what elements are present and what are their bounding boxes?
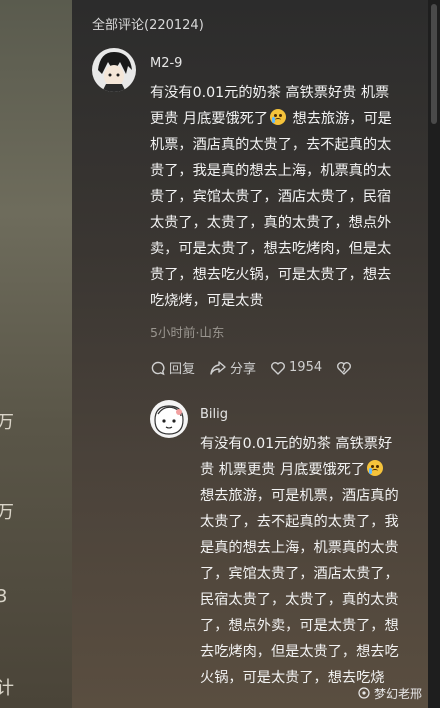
- comment-text-part: 想去旅游，可是机票，酒店真的 太贵了，去不起真的太贵了，我 是真的想去上海，机票…: [200, 488, 399, 686]
- comments-header: 全部评论(220124): [92, 18, 204, 33]
- dislike-button[interactable]: [336, 360, 355, 376]
- like-button[interactable]: 1954: [270, 360, 322, 376]
- comment-username[interactable]: Bilig: [200, 407, 228, 422]
- comment-meta: 5小时前·山东: [150, 325, 225, 340]
- avatar-image: [150, 400, 188, 438]
- sidebar-glyph: 计: [0, 678, 14, 699]
- share-label: 分享: [230, 362, 257, 377]
- scrollbar-thumb[interactable]: [431, 4, 437, 124]
- crying-emoji-icon: [270, 109, 287, 125]
- sidebar-glyph: 万: [0, 502, 14, 523]
- avatar[interactable]: [92, 48, 136, 92]
- like-count: 1954: [289, 360, 323, 375]
- comment-username[interactable]: M2-9: [150, 56, 182, 71]
- sidebar-glyph: 3: [0, 586, 8, 607]
- watermark-logo-icon: [358, 687, 370, 699]
- comment-text-part: 有没有0.01元的奶茶 高铁票好 贵 机票更贵 月底要饿死了: [200, 436, 393, 478]
- heart-icon: [271, 361, 286, 375]
- reply-label: 回复: [169, 362, 196, 377]
- comment-actions: 回复 分享 1954: [150, 358, 369, 377]
- comment-text-part: 想去旅游，可是 机票，酒店真的太贵了，去不起真的太 贵了，我是真的想去上海，机票…: [150, 111, 392, 309]
- broken-heart-icon: [337, 361, 352, 375]
- comment-text: 有没有0.01元的奶茶 高铁票好 贵 机票更贵 月底要饿死了 想去旅游，可是机票…: [200, 431, 422, 691]
- share-button[interactable]: 分享: [209, 358, 256, 377]
- watermark: 梦幻老邢: [358, 685, 422, 702]
- background-sidebar: 万 万 3 计: [0, 0, 72, 708]
- comments-panel: 全部评论(220124) M2-9 有没有0.01元的奶茶 高铁票好贵 机票 更…: [72, 0, 428, 708]
- watermark-text: 梦幻老邢: [373, 687, 422, 701]
- avatar-image: [92, 48, 136, 92]
- sidebar-glyph: 万: [0, 412, 14, 433]
- avatar[interactable]: [150, 400, 188, 438]
- reply-icon: [151, 361, 165, 375]
- crying-emoji-icon: [367, 460, 384, 476]
- share-icon: [210, 360, 226, 375]
- comment-text: 有没有0.01元的奶茶 高铁票好贵 机票 更贵 月底要饿死了 想去旅游，可是 机…: [150, 80, 420, 314]
- scrollbar[interactable]: [428, 0, 440, 708]
- reply-button[interactable]: 回复: [150, 358, 195, 377]
